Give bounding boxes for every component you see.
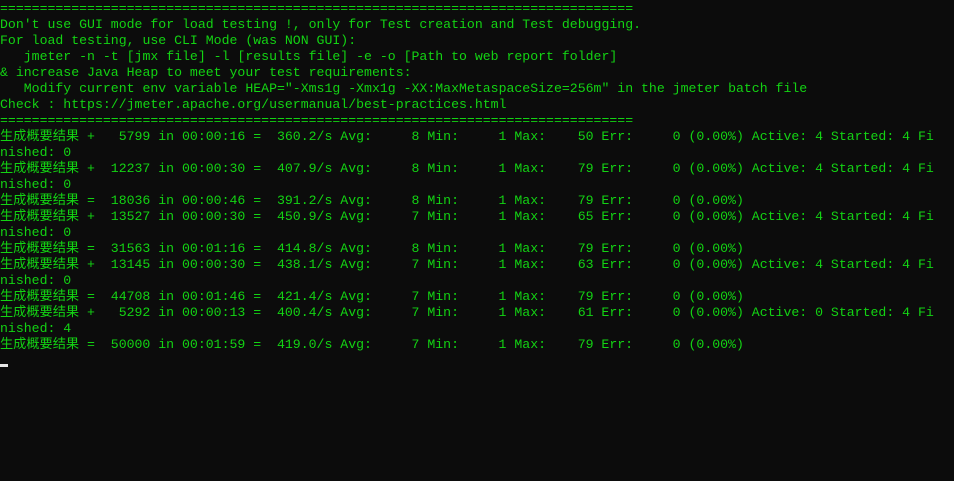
- heap-hint-line: & increase Java Heap to meet your test r…: [0, 65, 412, 80]
- summary-line: 生成概要结果 + 13145 in 00:00:30 = 438.1/s Avg…: [0, 257, 934, 272]
- text-cursor: [0, 364, 8, 367]
- summary-total-line: 生成概要结果 = 31563 in 00:01:16 = 414.8/s Avg…: [0, 241, 744, 256]
- summary-line: 生成概要结果 + 5799 in 00:00:16 = 360.2/s Avg:…: [0, 129, 934, 144]
- summary-line: 生成概要结果 + 5292 in 00:00:13 = 400.4/s Avg:…: [0, 305, 934, 320]
- summary-line-wrap: nished: 0: [0, 225, 72, 240]
- terminal-output: ========================================…: [0, 1, 934, 353]
- gui-warning-line: Don't use GUI mode for load testing !, o…: [0, 17, 642, 32]
- cli-command-line: jmeter -n -t [jmx file] -l [results file…: [0, 49, 618, 64]
- summary-total-line: 生成概要结果 = 18036 in 00:00:46 = 391.2/s Avg…: [0, 193, 744, 208]
- separator-line: ========================================…: [0, 113, 634, 128]
- cli-mode-hint-line: For load testing, use CLI Mode (was NON …: [0, 33, 357, 48]
- heap-modify-line: Modify current env variable HEAP="-Xms1g…: [0, 81, 808, 96]
- summary-total-line: 生成概要结果 = 50000 in 00:01:59 = 419.0/s Avg…: [0, 337, 744, 352]
- summary-line: 生成概要结果 + 13527 in 00:00:30 = 450.9/s Avg…: [0, 209, 934, 224]
- separator-line: ========================================…: [0, 1, 634, 16]
- summary-line-wrap: nished: 0: [0, 273, 72, 288]
- best-practices-link-line: Check : https://jmeter.apache.org/userma…: [0, 97, 507, 112]
- summary-line: 生成概要结果 + 12237 in 00:00:30 = 407.9/s Avg…: [0, 161, 934, 176]
- summary-line-wrap: nished: 0: [0, 145, 72, 160]
- summary-line-wrap: nished: 4: [0, 321, 72, 336]
- summary-total-line: 生成概要结果 = 44708 in 00:01:46 = 421.4/s Avg…: [0, 289, 744, 304]
- summary-line-wrap: nished: 0: [0, 177, 72, 192]
- terminal-window[interactable]: ========================================…: [0, 0, 954, 481]
